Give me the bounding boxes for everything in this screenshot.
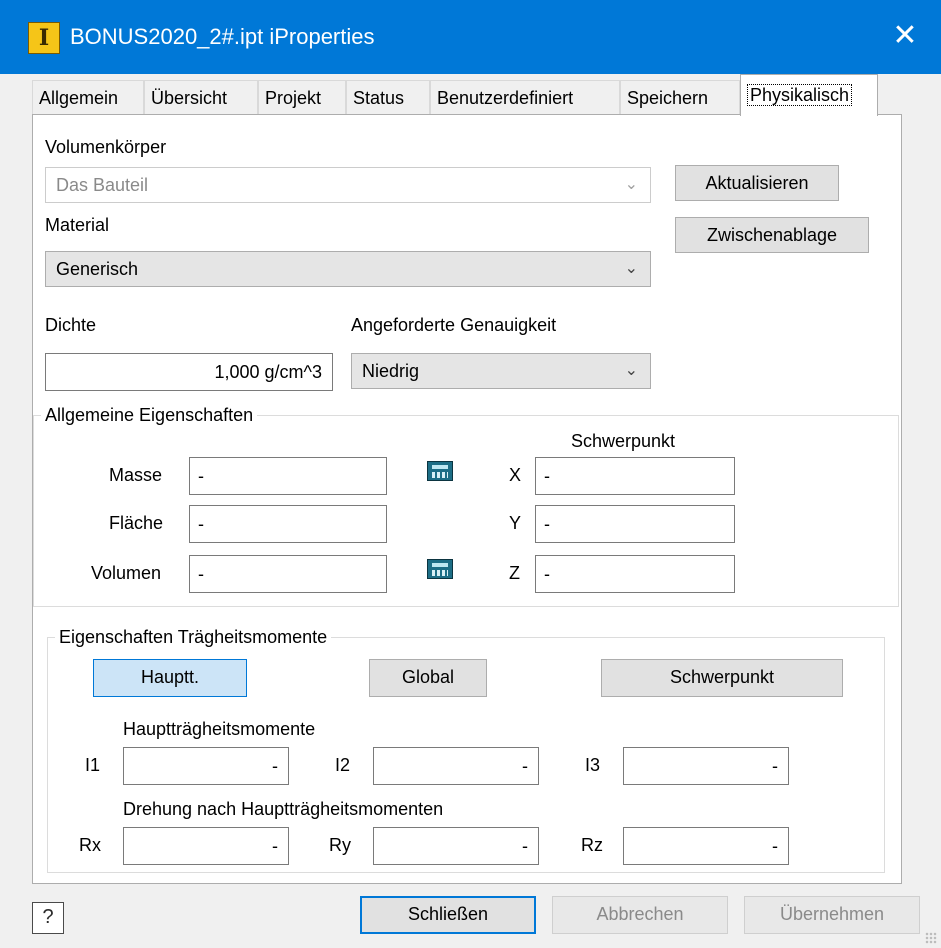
title-bar: I BONUS2020_2#.ipt iProperties ✕	[0, 0, 941, 74]
rz-field[interactable]: -	[623, 827, 789, 865]
close-button[interactable]: Schließen	[360, 896, 536, 934]
rx-field[interactable]: -	[123, 827, 289, 865]
i2-label: I2	[335, 755, 351, 775]
apply-button[interactable]: Übernehmen	[744, 896, 920, 934]
volume-field[interactable]: -	[189, 555, 387, 593]
tab-allgemein[interactable]: Allgemein	[32, 80, 144, 114]
rx-label: Rx	[79, 835, 101, 855]
material-value: Generisch	[56, 259, 139, 279]
chevron-down-icon: ⌄	[624, 362, 638, 379]
rz-label: Rz	[581, 835, 603, 855]
i3-field[interactable]: -	[623, 747, 789, 785]
cog-y-field[interactable]: -	[535, 505, 735, 543]
solid-combo[interactable]: Das Bauteil ⌄	[45, 167, 651, 203]
accuracy-combo[interactable]: Niedrig ⌄	[351, 353, 651, 389]
area-field[interactable]: -	[189, 505, 387, 543]
solid-value: Das Bauteil	[56, 175, 149, 195]
close-icon[interactable]: ✕	[885, 16, 925, 56]
rotation-heading: Drehung nach Hauptträgheitsmomenten	[123, 799, 444, 819]
chevron-down-icon: ⌄	[624, 260, 638, 277]
y-label: Y	[509, 513, 522, 533]
x-label: X	[509, 465, 522, 485]
material-label: Material	[45, 215, 110, 235]
tab-benutzerdefiniert[interactable]: Benutzerdefiniert	[430, 80, 620, 114]
chevron-down-icon: ⌄	[624, 176, 638, 193]
cog-button[interactable]: Schwerpunkt	[601, 659, 843, 697]
cancel-button[interactable]: Abbrechen	[552, 896, 728, 934]
mass-label: Masse	[109, 465, 163, 485]
clipboard-button[interactable]: Zwischenablage	[675, 217, 869, 253]
principal-button[interactable]: Hauptt.	[93, 659, 247, 697]
tab-projekt[interactable]: Projekt	[258, 80, 346, 114]
density-field[interactable]: 1,000 g/cm^3	[45, 353, 333, 391]
material-combo[interactable]: Generisch ⌄	[45, 251, 651, 287]
dialog-client: Allgemein Übersicht Projekt Status Benut…	[22, 74, 940, 948]
calculator-icon[interactable]	[427, 559, 453, 579]
tab-physikalisch[interactable]: Physikalisch	[740, 74, 878, 116]
i2-field[interactable]: -	[373, 747, 539, 785]
cog-z-field[interactable]: -	[535, 555, 735, 593]
general-properties-group	[33, 415, 899, 607]
z-label: Z	[509, 563, 520, 583]
mass-field[interactable]: -	[189, 457, 387, 495]
ry-field[interactable]: -	[373, 827, 539, 865]
volume-label: Volumen	[91, 563, 162, 583]
inertia-title: Eigenschaften Trägheitsmomente	[55, 627, 332, 648]
tab-status[interactable]: Status	[346, 80, 430, 114]
tab-uebersicht[interactable]: Übersicht	[144, 80, 258, 114]
density-label: Dichte	[45, 315, 97, 335]
window-title: BONUS2020_2#.ipt iProperties	[70, 24, 375, 49]
global-button[interactable]: Global	[369, 659, 487, 697]
i3-label: I3	[585, 755, 601, 775]
help-icon[interactable]: ?	[32, 902, 64, 934]
i1-field[interactable]: -	[123, 747, 289, 785]
principal-heading: Hauptträgheitsmomente	[123, 719, 316, 739]
cog-x-field[interactable]: -	[535, 457, 735, 495]
solid-label: Volumenkörper	[45, 137, 167, 157]
i1-label: I1	[85, 755, 101, 775]
general-properties-title: Allgemeine Eigenschaften	[41, 405, 258, 426]
tab-speichern[interactable]: Speichern	[620, 80, 740, 114]
accuracy-label: Angeforderte Genauigkeit	[351, 315, 557, 335]
update-button[interactable]: Aktualisieren	[675, 165, 839, 201]
cog-heading: Schwerpunkt	[571, 431, 676, 451]
ry-label: Ry	[329, 835, 351, 855]
physical-panel: Volumenkörper Das Bauteil ⌄ Aktualisiere…	[32, 114, 902, 884]
app-icon: I	[28, 22, 60, 54]
area-label: Fläche	[109, 513, 164, 533]
resize-grip-icon[interactable]	[925, 932, 937, 944]
calculator-icon[interactable]	[427, 461, 453, 481]
accuracy-value: Niedrig	[362, 361, 420, 381]
